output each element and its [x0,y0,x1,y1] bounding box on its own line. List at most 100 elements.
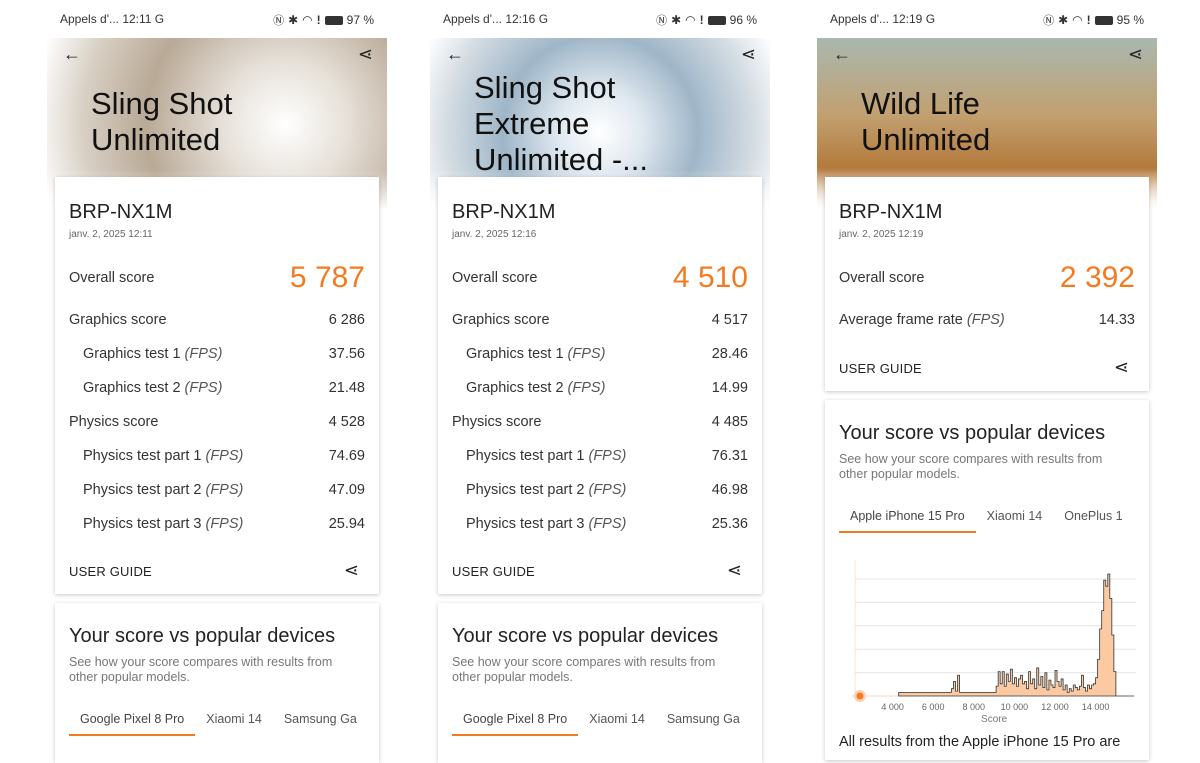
device-tab[interactable]: Google Pixel 8 Pro [452,712,579,736]
compare-card: Your score vs popular devices See how you… [55,603,379,763]
share-result-icon[interactable]: ⋖ [727,560,742,581]
score-label-text: Physics test part 1 [466,448,585,464]
title-line: Sling Shot [474,70,616,105]
score-value: 21.48 [328,380,365,396]
back-arrow-icon[interactable]: ← [446,44,464,65]
overall-score-value: 4 510 [672,261,748,294]
battery-icon [707,15,726,25]
score-row: Physics score 4 528 [69,414,365,430]
compare-description: See how your score compares with results… [452,655,716,684]
device-tab[interactable]: Google Pixel 8 Pro [69,712,196,736]
share-result-icon[interactable]: ⋖ [1114,357,1129,378]
score-label-text: Graphics test 1 [83,346,181,362]
score-value: 6 286 [328,312,365,328]
score-value: 14.33 [1098,312,1135,328]
score-label-text: Physics score [452,414,542,430]
score-label: Physics test part 2 (FPS) [83,482,243,498]
title-line: Sling Shot [91,86,233,121]
device-tab[interactable]: Apple iPhone 15 Pro [839,509,976,533]
score-label: Physics test part 3 (FPS) [83,516,243,532]
phone-screen: Appels d'... 12:19 G Ⓝ ✱ ◠! 95 % ← ⋖ Wild Life U… [817,0,1157,760]
device-name: BRP-NX1M [839,201,943,223]
user-guide-link[interactable]: USER GUIDE [452,564,535,579]
score-label-text: Physics test part 3 [83,516,202,532]
your-score-marker [856,692,864,700]
score-label: Graphics test 2 (FPS) [466,380,605,396]
score-row: Physics test part 1 (FPS) 74.69 [83,448,365,464]
score-label-text: Graphics score [69,312,167,328]
device-name: BRP-NX1M [69,201,173,223]
result-date: janv. 2, 2025 12:11 [69,229,153,240]
title-line: Unlimited [91,122,221,157]
battery-level: 97 % [346,13,374,27]
score-value: 46.98 [711,482,748,498]
score-row: Graphics score 4 517 [452,312,748,328]
device-name: BRP-NX1M [452,201,556,223]
score-unit: (FPS) [966,312,1005,328]
title-line: Unlimited -... [474,142,648,177]
alert-icon: ! [316,13,321,27]
score-label: Graphics score [69,312,167,328]
user-guide-link[interactable]: USER GUIDE [69,564,152,579]
score-label: Graphics test 1 (FPS) [466,346,605,362]
score-label-text: Physics score [69,414,159,430]
benchmark-title: Sling Shot Unlimited [91,86,232,158]
battery-level: 96 % [729,13,757,27]
score-unit: (FPS) [588,516,627,532]
score-value: 4 528 [328,414,365,430]
nfc-icon: Ⓝ [1043,15,1055,27]
histogram-area [898,573,1135,697]
status-icons: Ⓝ ✱ ◠! 95 % [1043,12,1144,28]
score-unit: (FPS) [567,380,606,396]
bluetooth-icon: ✱ [671,13,682,27]
score-unit: (FPS) [588,448,627,464]
share-result-icon[interactable]: ⋖ [344,560,359,581]
x-tick-label: 6 000 [922,702,945,712]
device-tab[interactable]: Samsung Ga [656,712,751,736]
result-card: BRP-NX1M janv. 2, 2025 12:16 Overall score… [438,177,762,594]
back-arrow-icon[interactable]: ← [63,44,81,65]
benchmark-title: Wild Life Unlimited [861,86,990,158]
score-label-text: Graphics test 1 [466,346,564,362]
score-row: Graphics test 2 (FPS) 14.99 [466,380,748,396]
score-row: Physics test part 2 (FPS) 46.98 [466,482,748,498]
back-arrow-icon[interactable]: ← [833,44,851,65]
share-icon[interactable]: ⋖ [358,44,373,65]
phone-screen: Appels d'... 12:11 G Ⓝ ✱ ◠! 97 % ← ⋖ Sling Shot… [47,0,387,763]
compare-title: Your score vs popular devices [839,422,1106,444]
score-histogram: 4 000 6 000 8 000 10 000 12 000 14 000 Score [852,560,1137,725]
bluetooth-icon: ✱ [1058,13,1069,27]
alert-icon: ! [699,13,704,27]
device-tab[interactable]: OnePlus 1 [1053,509,1133,533]
overall-score-value: 2 392 [1059,261,1135,294]
phone-screen: Appels d'... 12:16 G Ⓝ ✱ ◠! 96 % ← ⋖ Sling Shot… [430,0,770,763]
x-axis-label: Score [981,714,1008,725]
device-tab[interactable]: Samsung Ga [273,712,368,736]
score-unit: (FPS) [205,516,244,532]
status-bar: Appels d'... 12:19 G Ⓝ ✱ ◠! 95 % [830,12,1144,28]
x-tick-label: 14 000 [1082,702,1110,712]
title-line: Unlimited [861,122,991,157]
overall-score-row: Overall score 4 510 [452,261,748,294]
overall-score-row: Overall score 5 787 [69,261,365,294]
device-tab[interactable]: Xiaomi 14 [976,509,1054,533]
user-guide-link[interactable]: USER GUIDE [839,361,922,376]
share-icon[interactable]: ⋖ [741,44,756,65]
score-label: Physics test part 3 (FPS) [466,516,626,532]
overall-score-label: Overall score [69,270,155,286]
compare-title: Your score vs popular devices [69,625,336,647]
wifi-icon: ◠ [685,13,696,27]
score-unit: (FPS) [205,482,244,498]
score-value: 37.56 [328,346,365,362]
score-row: Graphics score 6 286 [69,312,365,328]
status-left: Appels d'... 12:11 G [60,12,165,26]
share-icon[interactable]: ⋖ [1128,44,1143,65]
score-label: Physics test part 1 (FPS) [466,448,626,464]
score-value: 25.36 [711,516,748,532]
result-card: BRP-NX1M janv. 2, 2025 12:19 Overall score… [825,177,1149,391]
overall-score-row: Overall score 2 392 [839,261,1135,294]
device-tab[interactable]: Xiaomi 14 [578,712,656,736]
overall-score-label: Overall score [452,270,538,286]
score-row: Physics score 4 485 [452,414,748,430]
device-tab[interactable]: Xiaomi 14 [195,712,273,736]
